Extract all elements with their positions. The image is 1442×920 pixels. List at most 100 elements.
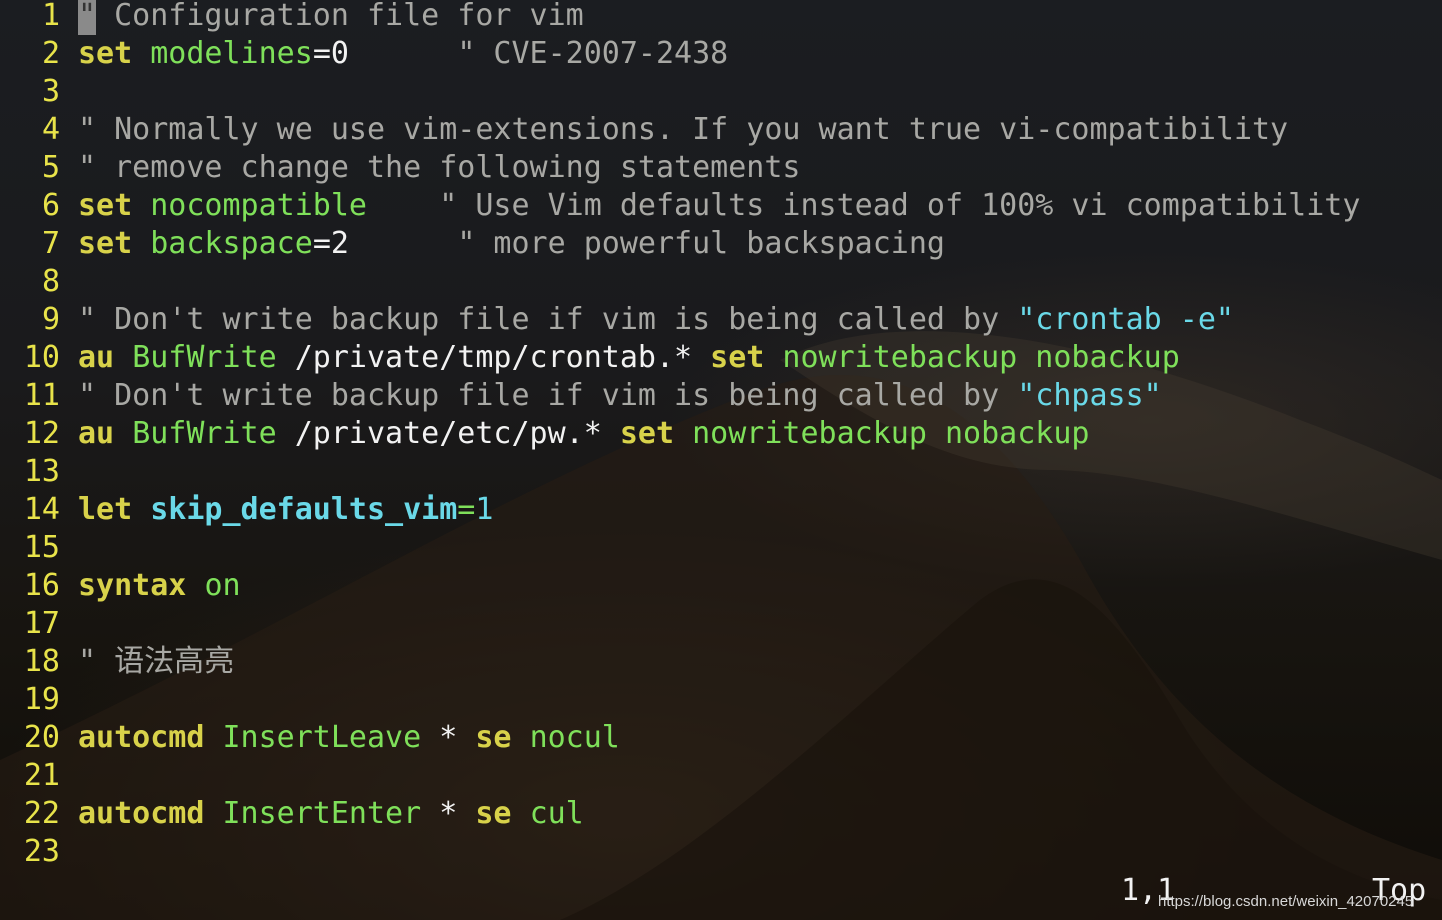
code-token: nowritebackup nobackup: [782, 340, 1180, 375]
code-token: skip_defaults_vim: [150, 492, 458, 527]
code-token: se: [475, 796, 512, 831]
code-token: modelines: [150, 36, 313, 71]
code-token: " more powerful backspacing: [457, 226, 945, 261]
code-token: syntax: [78, 568, 187, 603]
line-number: 17: [23, 606, 60, 641]
code-line[interactable]: 8: [0, 263, 78, 301]
line-number: 8: [41, 264, 60, 299]
line-number: 6: [41, 188, 60, 223]
line-number: 20: [23, 720, 60, 755]
code-line[interactable]: 12 au BufWrite /private/etc/pw.* set nowr…: [0, 415, 1090, 453]
code-line[interactable]: 2 set modelines=0 " CVE-2007-2438: [0, 35, 728, 73]
line-number: 3: [41, 74, 60, 109]
line-number: 15: [23, 530, 60, 565]
code-token: set: [78, 188, 133, 223]
code-line[interactable]: 14 let skip_defaults_vim=1: [0, 491, 494, 529]
code-line[interactable]: 21: [0, 757, 78, 795]
code-token: nowritebackup nobackup: [692, 416, 1090, 451]
code-token: BufWrite: [132, 416, 277, 451]
text-cursor: ": [78, 0, 97, 35]
code-token: nocompatible: [150, 188, 367, 223]
line-number: 12: [23, 416, 60, 451]
line-number: 11: [23, 378, 60, 413]
code-line[interactable]: 13: [0, 453, 78, 491]
watermark: https://blog.csdn.net/weixin_42070245: [1158, 893, 1414, 910]
code-line[interactable]: 9 " Don't write backup file if vim is bei…: [0, 301, 1234, 339]
code-token: set: [710, 340, 765, 375]
line-number: 23: [23, 834, 60, 869]
code-token: /private/tmp/crontab.*: [276, 340, 711, 375]
code-line[interactable]: 15: [0, 529, 78, 567]
line-number: 4: [41, 112, 60, 147]
code-token: =0: [312, 36, 458, 71]
code-token: *: [421, 796, 476, 831]
code-token: on: [204, 568, 241, 603]
code-token: autocmd: [78, 796, 205, 831]
code-line[interactable]: 5 " remove change the following statement…: [0, 149, 801, 187]
code-token: 1: [475, 492, 494, 527]
code-token: InsertEnter: [222, 796, 422, 831]
code-line[interactable]: 16 syntax on: [0, 567, 241, 605]
code-token: =2: [312, 226, 458, 261]
code-token: "crontab -e": [1017, 302, 1234, 337]
code-token: autocmd: [78, 720, 205, 755]
code-token: Configuration file for vim: [96, 0, 584, 33]
code-token: " CVE-2007-2438: [457, 36, 729, 71]
code-line[interactable]: 22 autocmd InsertEnter * se cul: [0, 795, 584, 833]
line-number: 13: [23, 454, 60, 489]
vim-terminal[interactable]: 1 " Configuration file for vim 2 set modeli…: [0, 0, 1442, 920]
line-number: 1: [41, 0, 60, 33]
line-number: 16: [23, 568, 60, 603]
code-token: set: [619, 416, 675, 451]
code-line[interactable]: 10 au BufWrite /private/tmp/crontab.* set…: [0, 339, 1180, 377]
code-line[interactable]: 6 set nocompatible " Use Vim defaults ins…: [0, 187, 1360, 225]
code-line[interactable]: 1 " Configuration file for vim: [0, 0, 584, 35]
line-number: 9: [41, 302, 60, 337]
code-token: " Don't write backup file if vim is bein…: [78, 302, 1018, 337]
code-token: =: [457, 492, 476, 527]
code-token: set: [78, 36, 133, 71]
code-line[interactable]: 3: [0, 73, 78, 111]
code-line[interactable]: 7 set backspace=2 " more powerful backspa…: [0, 225, 945, 263]
line-number: 14: [23, 492, 60, 527]
line-number: 5: [41, 150, 60, 185]
code-line[interactable]: 23: [0, 833, 78, 871]
line-number: 10: [23, 340, 60, 375]
code-token: " Normally we use vim-extensions. If you…: [78, 112, 1289, 147]
code-line[interactable]: 20 autocmd InsertLeave * se nocul: [0, 719, 620, 757]
code-token: " remove change the following statements: [78, 150, 801, 185]
code-token: backspace: [150, 226, 313, 261]
code-token: *: [421, 720, 476, 755]
line-number: 19: [23, 682, 60, 717]
line-number: 22: [23, 796, 60, 831]
code-token: " Use Vim defaults instead of 100% vi co…: [439, 188, 1361, 223]
code-token: au: [78, 416, 115, 451]
code-line[interactable]: 19: [0, 681, 78, 719]
line-number: 7: [41, 226, 60, 261]
code-token: au: [78, 340, 115, 375]
line-number: 18: [23, 644, 60, 679]
code-token: " Don't write backup file if vim is bein…: [78, 378, 1018, 413]
code-line[interactable]: 4 " Normally we use vim-extensions. If yo…: [0, 111, 1288, 149]
code-token: set: [78, 226, 133, 261]
code-line[interactable]: 11 " Don't write backup file if vim is be…: [0, 377, 1162, 415]
line-number: 2: [41, 36, 60, 71]
code-token: /private/etc/pw.*: [276, 416, 620, 451]
code-line[interactable]: 18 " 语法高亮: [0, 643, 234, 681]
code-line[interactable]: 17: [0, 605, 78, 643]
code-token: let: [78, 492, 133, 527]
code-token: BufWrite: [132, 340, 277, 375]
